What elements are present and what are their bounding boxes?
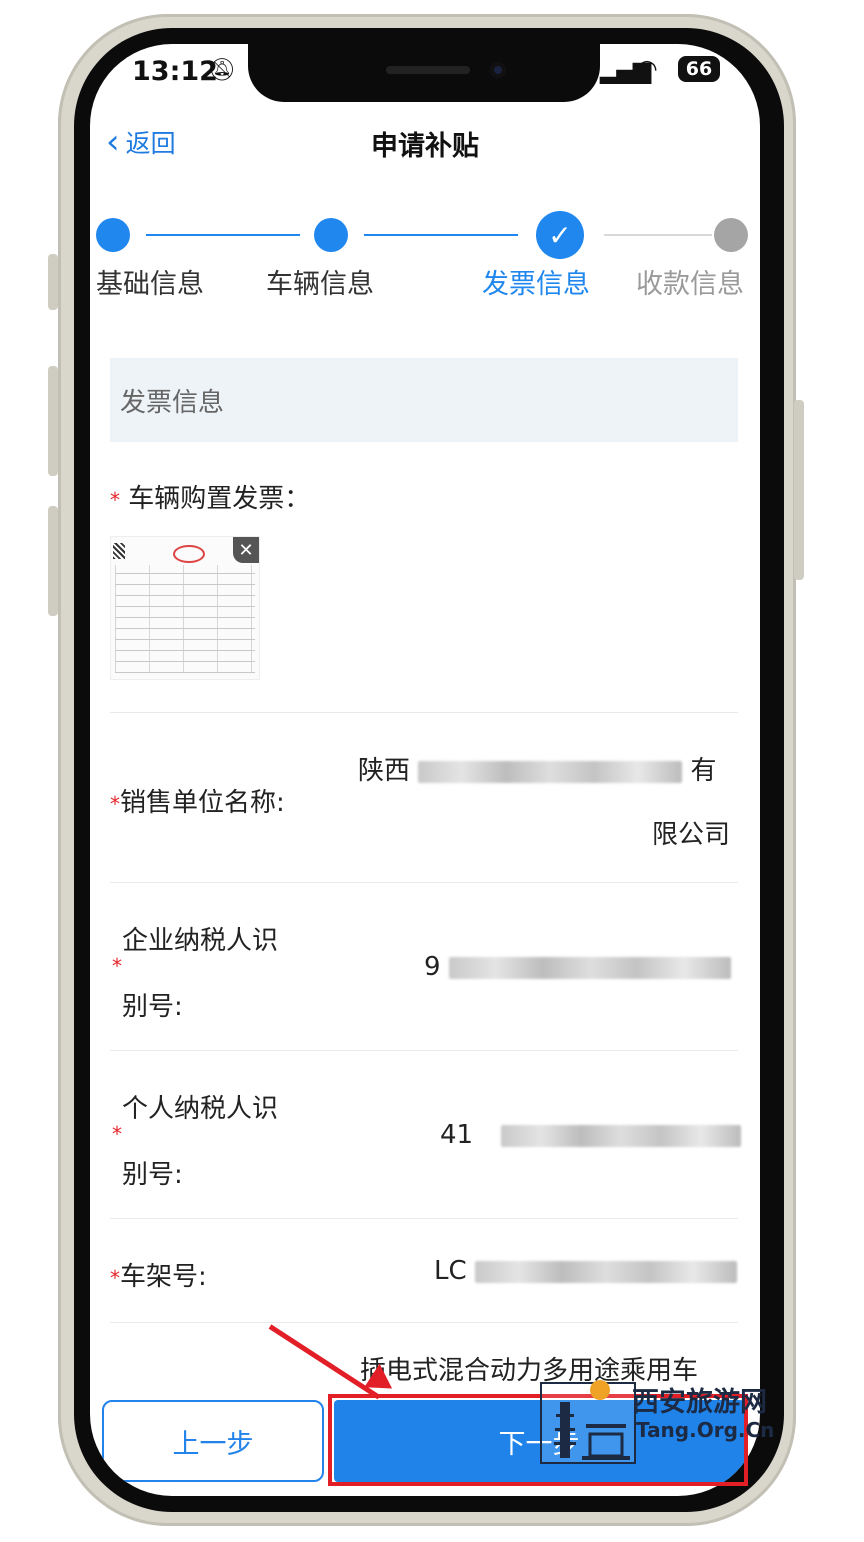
- close-icon[interactable]: ✕: [233, 537, 259, 563]
- section-header: 发票信息: [110, 358, 738, 442]
- personal-tax-label-line2: 别号:: [122, 1160, 183, 1190]
- qr-code: [113, 543, 125, 559]
- notch: [248, 44, 600, 102]
- personal-tax-value-prefix: 41: [440, 1120, 474, 1150]
- volume-up-button: [48, 366, 58, 476]
- previous-step-button[interactable]: 上一步: [102, 1400, 324, 1482]
- step-label-basic: 基础信息: [96, 269, 204, 300]
- step-connector: [146, 234, 300, 236]
- divider: [110, 1050, 738, 1051]
- pagoda-logo-icon: [540, 1382, 636, 1464]
- company-tax-label-line2: 别号:: [122, 992, 183, 1022]
- required-mark: *: [110, 792, 120, 816]
- company-tax-value: 9: [424, 952, 731, 982]
- step-1-dot: [96, 218, 130, 252]
- wifi-icon: ◠: [636, 54, 658, 83]
- redacted-text: [474, 1260, 737, 1283]
- company-tax-value-prefix: 9: [424, 952, 441, 982]
- step-3-check-icon: ✓: [536, 211, 584, 259]
- step-label-payment: 收款信息: [636, 269, 744, 300]
- speaker: [386, 66, 470, 74]
- invoice-table-lines: [115, 565, 255, 673]
- seller-label-text: 销售单位名称:: [120, 788, 285, 818]
- company-tax-label-line1: 企业纳税人识: [122, 926, 279, 956]
- divider: [110, 1218, 738, 1219]
- status-time: 13:12: [132, 56, 218, 87]
- required-mark: *: [110, 1266, 120, 1290]
- battery-icon: 66: [678, 56, 720, 82]
- invoice-label: * 车辆购置发票：: [110, 478, 310, 515]
- power-button: [794, 400, 804, 580]
- redacted-text: [418, 760, 683, 783]
- silent-switch: [48, 254, 58, 310]
- vin-value-prefix: LC: [434, 1256, 467, 1286]
- required-mark: *: [112, 1122, 122, 1146]
- invoice-stamp: [173, 545, 205, 563]
- step-label-vehicle: 车辆信息: [266, 269, 374, 300]
- required-mark: *: [112, 954, 122, 978]
- redacted-text: [448, 956, 731, 979]
- step-2-dot: [314, 218, 348, 252]
- step-4-dot: [714, 218, 748, 252]
- app-screen: 13:12 🔕︎ ▂▄▆ ◠ 66 ‹ 返回 申请补贴 ✓ 基础信息 车辆信息 …: [90, 44, 760, 1496]
- seller-value: 陕西 有: [358, 750, 717, 787]
- vin-value: LC: [434, 1256, 737, 1286]
- divider: [110, 882, 738, 883]
- invoice-thumbnail[interactable]: ✕: [110, 536, 260, 680]
- personal-tax-label-line1: 个人纳税人识: [122, 1094, 279, 1124]
- seller-value-prefix: 陕西: [358, 756, 411, 786]
- seller-value-end: 有: [690, 756, 717, 786]
- step-connector: [604, 234, 712, 236]
- vin-label-text: 车架号:: [120, 1262, 207, 1292]
- step-connector: [364, 234, 518, 236]
- divider: [110, 712, 738, 713]
- bell-muted-icon: 🔕︎: [208, 58, 236, 83]
- page-title: 申请补贴: [371, 131, 479, 162]
- camera: [490, 62, 506, 78]
- vin-label: *车架号:: [110, 1256, 207, 1293]
- redacted-text: [501, 1124, 742, 1147]
- watermark: 西安旅游网 Tang.Org.Cn: [540, 1378, 780, 1464]
- divider: [110, 1322, 738, 1323]
- seller-value-line2: 限公司: [652, 820, 731, 850]
- seller-label: *销售单位名称:: [110, 782, 285, 819]
- watermark-sun: [590, 1380, 610, 1400]
- personal-tax-value: 41: [440, 1120, 742, 1150]
- volume-down-button: [48, 506, 58, 616]
- step-label-invoice: 发票信息: [482, 269, 590, 300]
- invoice-label-text: 车辆购置发票：: [128, 484, 311, 514]
- required-mark: *: [110, 488, 120, 512]
- watermark-en: Tang.Org.Cn: [636, 1418, 775, 1442]
- watermark-cn: 西安旅游网: [632, 1387, 767, 1418]
